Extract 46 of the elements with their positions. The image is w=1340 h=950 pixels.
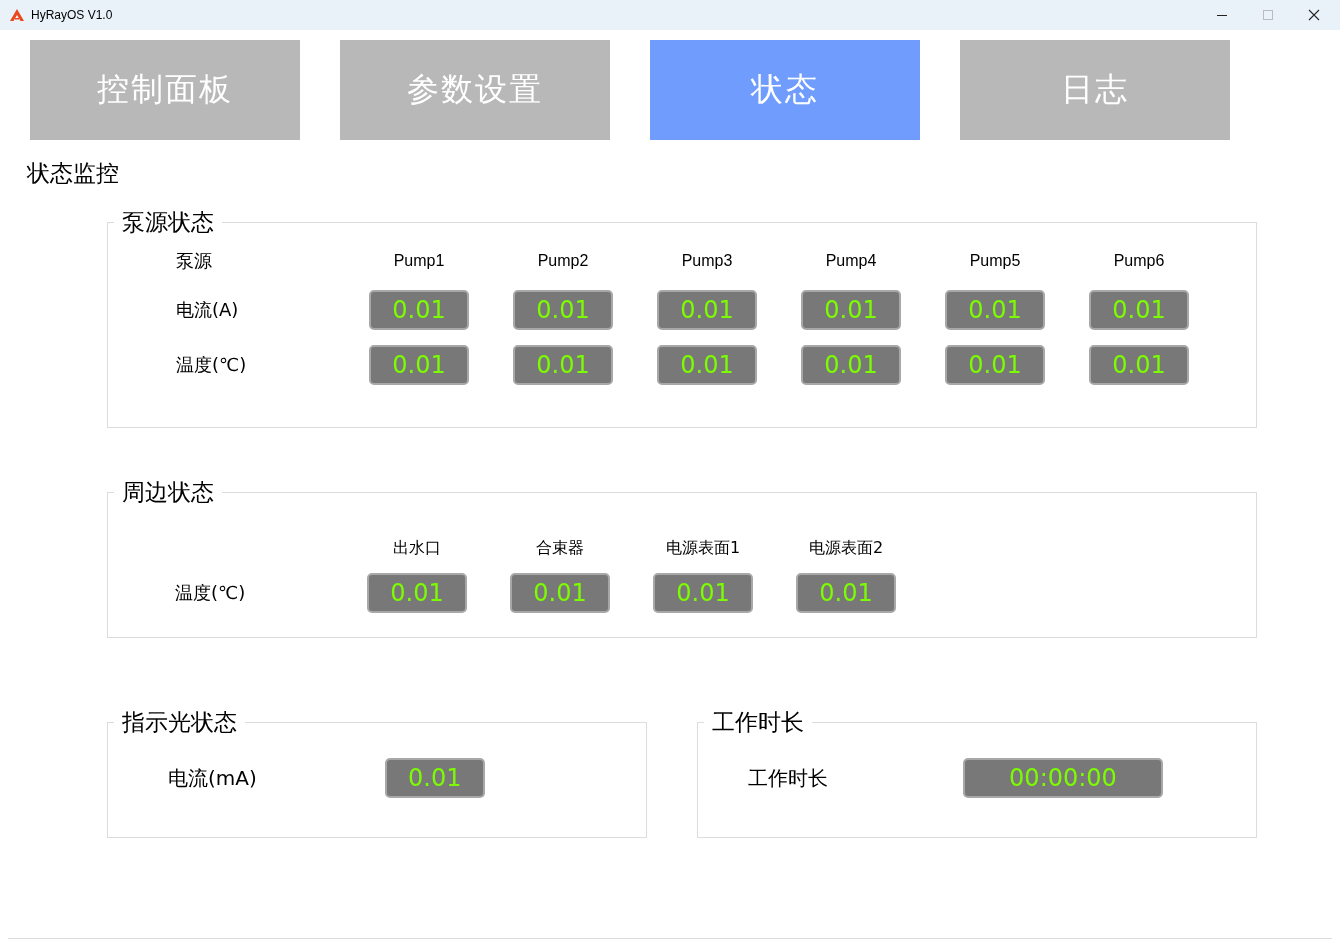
tab[interactable]: 日志 xyxy=(960,40,1230,140)
group-title: 周边状态 xyxy=(121,478,215,507)
value-display: 0.01 xyxy=(369,344,469,385)
row-label: 电流(A) xyxy=(176,297,240,322)
group-title: 工作时长 xyxy=(711,708,805,737)
value-display: 00:00:00 xyxy=(963,758,1163,798)
value-display: 0.01 xyxy=(510,573,610,613)
value-display: 0.01 xyxy=(1089,344,1189,385)
group-title: 指示光状态 xyxy=(121,708,238,737)
close-icon[interactable] xyxy=(1308,9,1320,21)
value-display: 0.01 xyxy=(369,289,469,330)
value-display: 0.01 xyxy=(801,289,901,330)
column-header: 电源表面2 xyxy=(807,537,885,559)
column-header: Pump2 xyxy=(536,252,590,270)
value-display: 0.01 xyxy=(945,289,1045,330)
column-header: Pump6 xyxy=(1112,252,1166,270)
column-header: Pump5 xyxy=(968,252,1022,270)
column-header: Pump3 xyxy=(680,252,734,270)
value-display: 0.01 xyxy=(1089,289,1189,330)
field-label: 工作时长 xyxy=(748,764,828,792)
app-logo-icon xyxy=(10,9,24,21)
page-title: 状态监控 xyxy=(27,159,120,188)
column-header: 电源表面1 xyxy=(664,537,742,559)
value-display: 0.01 xyxy=(801,344,901,385)
row-label: 温度(℃) xyxy=(175,581,247,605)
group-title: 泵源状态 xyxy=(121,208,215,237)
row-label: 温度(℃) xyxy=(176,352,248,377)
window-title: HyRayOS V1.0 xyxy=(31,8,113,22)
field-label: 电流(mA) xyxy=(168,764,257,792)
value-display: 0.01 xyxy=(367,573,467,613)
column-header: 合束器 xyxy=(535,537,585,559)
column-header: 出水口 xyxy=(392,537,442,559)
tab[interactable]: 状态 xyxy=(650,40,920,140)
tab[interactable]: 控制面板 xyxy=(30,40,300,140)
tab[interactable]: 参数设置 xyxy=(340,40,610,140)
value-display: 0.01 xyxy=(657,344,757,385)
value-display: 0.01 xyxy=(657,289,757,330)
value-display: 0.01 xyxy=(653,573,753,613)
value-display: 0.01 xyxy=(796,573,896,613)
row-label: 泵源 xyxy=(176,249,213,273)
column-header: Pump4 xyxy=(824,252,878,270)
value-display: 0.01 xyxy=(513,289,613,330)
value-display: 0.01 xyxy=(945,344,1045,385)
value-display: 0.01 xyxy=(384,758,485,798)
column-header: Pump1 xyxy=(392,252,446,270)
value-display: 0.01 xyxy=(513,344,613,385)
